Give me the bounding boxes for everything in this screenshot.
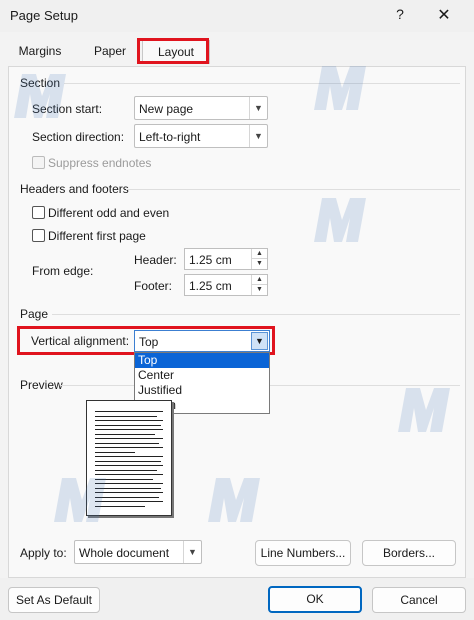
preview-text-line [95, 456, 163, 457]
header-distance-value: 1.25 cm [189, 253, 232, 267]
page-group-title: Page [20, 307, 49, 321]
tab-bar: Margins Paper Layout [0, 38, 474, 66]
chevron-down-icon[interactable]: ▼ [249, 97, 267, 119]
suppress-endnotes-checkbox[interactable] [32, 156, 45, 169]
preview-group-title: Preview [20, 378, 63, 392]
preview-text-line [95, 483, 163, 484]
tab-paper[interactable]: Paper [82, 44, 138, 64]
set-as-default-button[interactable]: Set As Default [8, 587, 100, 613]
footer-label: Footer: [134, 279, 173, 293]
odd-even-label: Different odd and even [48, 206, 170, 220]
preview-divider [270, 385, 460, 386]
preview-text-line [95, 420, 163, 421]
section-direction-value: Left-to-right [139, 130, 201, 144]
preview-text-line [95, 415, 157, 417]
section-direction-label: Section direction: [32, 130, 125, 144]
section-divider [64, 83, 460, 84]
section-start-select[interactable]: New page ▼ [134, 96, 268, 120]
preview-text-line [95, 469, 157, 471]
chevron-down-icon[interactable]: ▼ [249, 125, 267, 147]
spin-up-icon[interactable]: ▲ [251, 249, 267, 259]
preview-text-line [95, 501, 163, 502]
preview-text-line [95, 429, 163, 430]
preview-text-line [95, 433, 155, 435]
footer-distance-field[interactable]: 1.25 cm ▲ ▼ [184, 274, 268, 296]
preview-text-line [95, 451, 135, 453]
dropdown-option-top[interactable]: Top [135, 353, 269, 368]
preview-page-thumbnail [86, 400, 172, 516]
spin-up-icon[interactable]: ▲ [251, 275, 267, 285]
spin-down-icon[interactable]: ▼ [251, 259, 267, 269]
headers-footers-group-title: Headers and footers [20, 182, 129, 196]
header-label: Header: [134, 253, 177, 267]
preview-text-line [95, 492, 163, 493]
preview-text-line [95, 424, 161, 426]
headers-footers-divider [126, 189, 460, 190]
borders-button[interactable]: Borders... [362, 540, 456, 566]
vertical-alignment-highlight [17, 326, 275, 355]
preview-text-line [95, 447, 163, 448]
preview-text-line [95, 460, 161, 462]
preview-text-line [95, 487, 161, 489]
ok-button[interactable]: OK [268, 586, 362, 613]
section-group-title: Section [20, 76, 61, 90]
preview-text-line [95, 496, 159, 498]
from-edge-label: From edge: [32, 264, 94, 278]
first-page-checkbox[interactable] [32, 229, 45, 242]
header-distance-field[interactable]: 1.25 cm ▲ ▼ [184, 248, 268, 270]
line-numbers-button[interactable]: Line Numbers... [255, 540, 351, 566]
preview-text-line [95, 505, 145, 507]
preview-text-line [95, 474, 163, 475]
preview-text-line [95, 438, 163, 439]
apply-to-value: Whole document [79, 546, 170, 560]
tab-margins[interactable]: Margins [10, 44, 70, 64]
dropdown-option-justified[interactable]: Justified [135, 383, 269, 398]
layout-tab-highlight [137, 38, 209, 64]
section-start-value: New page [139, 102, 194, 116]
page-divider [52, 314, 460, 315]
preview-divider-left [60, 385, 134, 386]
odd-even-checkbox[interactable] [32, 206, 45, 219]
cancel-button[interactable]: Cancel [372, 587, 466, 613]
spin-down-icon[interactable]: ▼ [251, 285, 267, 295]
preview-text-line [95, 478, 153, 480]
section-start-label: Section start: [32, 102, 103, 116]
preview-text-line [95, 465, 163, 466]
apply-to-select[interactable]: Whole document ▼ [74, 540, 202, 564]
preview-text-line [95, 442, 159, 444]
apply-to-label: Apply to: [20, 546, 67, 560]
help-icon[interactable]: ? [392, 6, 408, 24]
preview-text-line [95, 411, 163, 412]
title-bar: Page Setup ? ✕ [0, 0, 474, 32]
first-page-label: Different first page [48, 229, 146, 243]
suppress-endnotes-label: Suppress endnotes [48, 156, 152, 170]
chevron-down-icon[interactable]: ▼ [183, 541, 201, 563]
section-direction-select[interactable]: Left-to-right ▼ [134, 124, 268, 148]
dialog-title: Page Setup [10, 8, 78, 23]
footer-distance-value: 1.25 cm [189, 279, 232, 293]
close-icon[interactable]: ✕ [436, 5, 452, 24]
dropdown-option-center[interactable]: Center [135, 368, 269, 383]
